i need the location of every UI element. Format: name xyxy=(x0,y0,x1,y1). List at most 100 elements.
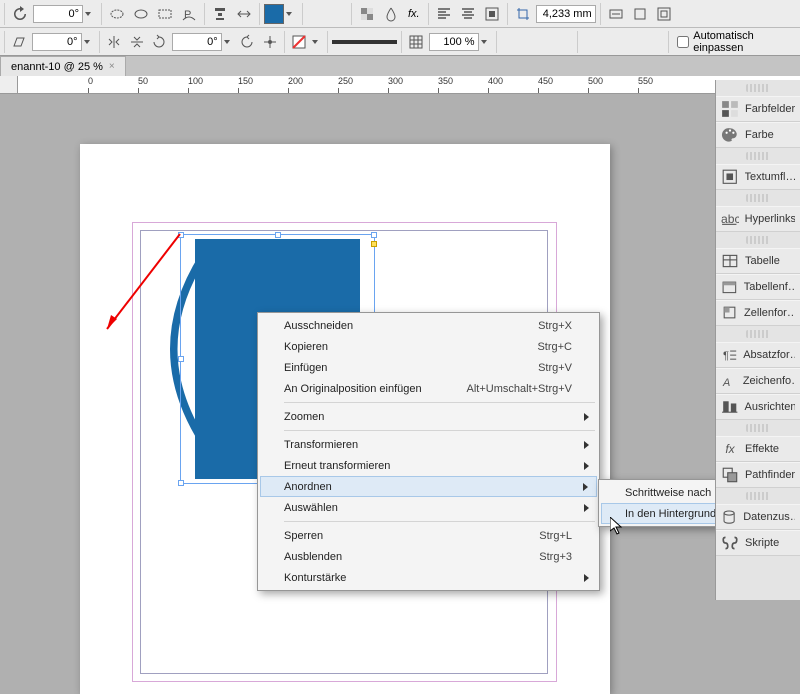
svg-text:¶: ¶ xyxy=(723,350,729,362)
toolbar-row1: P fx. xyxy=(0,0,800,28)
fill-color-swatch[interactable] xyxy=(264,4,284,24)
crop-icon[interactable] xyxy=(512,3,534,25)
ruler-origin[interactable] xyxy=(0,76,18,94)
rotate-ccw-icon[interactable] xyxy=(237,31,258,53)
menu-select[interactable]: Auswählen xyxy=(260,497,597,518)
flip-h-icon[interactable] xyxy=(104,31,125,53)
panel-color[interactable]: Farbe xyxy=(716,122,800,148)
drop-icon[interactable] xyxy=(380,3,402,25)
text-align-left-icon[interactable] xyxy=(433,3,455,25)
table-styles-icon xyxy=(721,278,738,296)
mouse-cursor xyxy=(610,517,626,537)
rotate-cw-icon[interactable] xyxy=(149,31,170,53)
zoom-input[interactable] xyxy=(429,33,479,51)
menu-arrange[interactable]: Anordnen xyxy=(260,476,597,497)
table-icon xyxy=(721,252,739,270)
menu-copy[interactable]: KopierenStrg+C xyxy=(260,336,597,357)
flip-v-icon[interactable] xyxy=(126,31,147,53)
fit-frame-icon[interactable] xyxy=(605,3,627,25)
panel-cell-styles[interactable]: Zellenfor… xyxy=(716,300,800,326)
menu-paste-in-place[interactable]: An Originalposition einfügenAlt+Umschalt… xyxy=(260,378,597,399)
ellipse-icon[interactable] xyxy=(130,3,152,25)
type-on-path-icon[interactable]: P xyxy=(178,3,200,25)
fx-label: fx. xyxy=(408,8,420,20)
dropdown-icon[interactable] xyxy=(312,40,323,44)
panel-table-styles[interactable]: Tabellenf… xyxy=(716,274,800,300)
fx-icon: fx xyxy=(721,440,739,458)
rect-dashed-icon[interactable] xyxy=(154,3,176,25)
stroke-preview xyxy=(332,40,397,44)
dropdown-icon[interactable] xyxy=(85,12,97,16)
panel-scripts[interactable]: Skripte xyxy=(716,530,800,556)
handle-ml[interactable] xyxy=(178,356,184,362)
distribute-icon[interactable] xyxy=(233,3,255,25)
dropdown-icon[interactable] xyxy=(286,12,298,16)
ruler-horizontal: 0 50 100 150 200 250 300 350 400 450 500… xyxy=(0,76,800,94)
panel-effects[interactable]: fxEffekte xyxy=(716,436,800,462)
menu-zoom[interactable]: Zoomen xyxy=(260,406,597,427)
panel-grip[interactable] xyxy=(746,194,770,202)
center-content-icon[interactable] xyxy=(653,3,675,25)
rotation-input-3[interactable] xyxy=(172,33,222,51)
panel-swatches[interactable]: Farbfelder xyxy=(716,96,800,122)
auto-fit-checkbox[interactable]: Automatisch einpassen xyxy=(677,30,798,54)
inset-input[interactable] xyxy=(536,5,596,23)
submenu-arrow-icon xyxy=(583,483,588,491)
handle-bl[interactable] xyxy=(178,480,184,486)
panel-align[interactable]: Ausrichten xyxy=(716,394,800,420)
panel-paragraph-styles[interactable]: ¶Absatzfor… xyxy=(716,342,800,368)
menu-retransform[interactable]: Erneut transformieren xyxy=(260,455,597,476)
handle-tr[interactable] xyxy=(371,232,377,238)
fit-content-icon[interactable] xyxy=(629,3,651,25)
align-icon[interactable] xyxy=(209,3,231,25)
fill-opacity-icon[interactable] xyxy=(356,3,378,25)
panel-grip[interactable] xyxy=(746,424,770,432)
tab-title: enannt-10 @ 25 % xyxy=(11,61,103,73)
dropdown-icon[interactable] xyxy=(84,40,95,44)
panel-grip[interactable] xyxy=(746,236,770,244)
panel-data-merge[interactable]: Datenzus… xyxy=(716,504,800,530)
document-tab[interactable]: enannt-10 @ 25 % × xyxy=(0,56,126,76)
toolbar-row2: Automatisch einpassen xyxy=(0,28,800,56)
palette-icon xyxy=(721,126,739,144)
menu-stroke-weight[interactable]: Konturstärke xyxy=(260,567,597,588)
panel-pathfinder[interactable]: Pathfinder xyxy=(716,462,800,488)
panel-grip[interactable] xyxy=(746,492,770,500)
context-menu: AusschneidenStrg+X KopierenStrg+C Einfüg… xyxy=(257,312,600,591)
text-align-center-icon[interactable] xyxy=(457,3,479,25)
ellipse-dashed-icon[interactable] xyxy=(106,3,128,25)
panel-textwrap[interactable]: Textumfl… xyxy=(716,164,800,190)
panel-grip[interactable] xyxy=(746,330,770,338)
panel-hyperlinks[interactable]: abcHyperlinks xyxy=(716,206,800,232)
menu-lock[interactable]: SperrenStrg+L xyxy=(260,525,597,546)
grid-icon[interactable] xyxy=(406,31,427,53)
menu-hide[interactable]: AusblendenStrg+3 xyxy=(260,546,597,567)
dropdown-icon[interactable] xyxy=(481,40,492,44)
panel-character-styles[interactable]: AZeichenfo… xyxy=(716,368,800,394)
submenu-arrow-icon xyxy=(584,462,589,470)
close-icon[interactable]: × xyxy=(109,61,115,72)
menu-transform[interactable]: Transformieren xyxy=(260,434,597,455)
convert-point-icon[interactable] xyxy=(259,31,280,53)
panel-grip[interactable] xyxy=(746,152,770,160)
auto-fit-label: Automatisch einpassen xyxy=(693,30,798,54)
panel-table[interactable]: Tabelle xyxy=(716,248,800,274)
shear-icon[interactable] xyxy=(9,31,30,53)
rotation-input-2[interactable] xyxy=(32,33,82,51)
rotate-icon[interactable] xyxy=(9,3,31,25)
rotation-input-1[interactable] xyxy=(33,5,83,23)
tab-bar: enannt-10 @ 25 % × xyxy=(0,56,800,76)
submenu-arrow-icon xyxy=(584,504,589,512)
char-styles-icon: A xyxy=(721,372,737,390)
menu-cut[interactable]: AusschneidenStrg+X xyxy=(260,315,597,336)
handle-tc[interactable] xyxy=(275,232,281,238)
para-styles-icon: ¶ xyxy=(721,346,737,364)
none-icon[interactable] xyxy=(289,31,310,53)
handle-tr[interactable] xyxy=(371,241,377,247)
submenu-arrow-icon xyxy=(584,413,589,421)
link-icon: abc xyxy=(721,210,739,228)
dropdown-icon[interactable] xyxy=(224,40,235,44)
text-wrap-icon[interactable] xyxy=(481,3,503,25)
panel-grip[interactable] xyxy=(746,84,770,92)
menu-paste[interactable]: EinfügenStrg+V xyxy=(260,357,597,378)
